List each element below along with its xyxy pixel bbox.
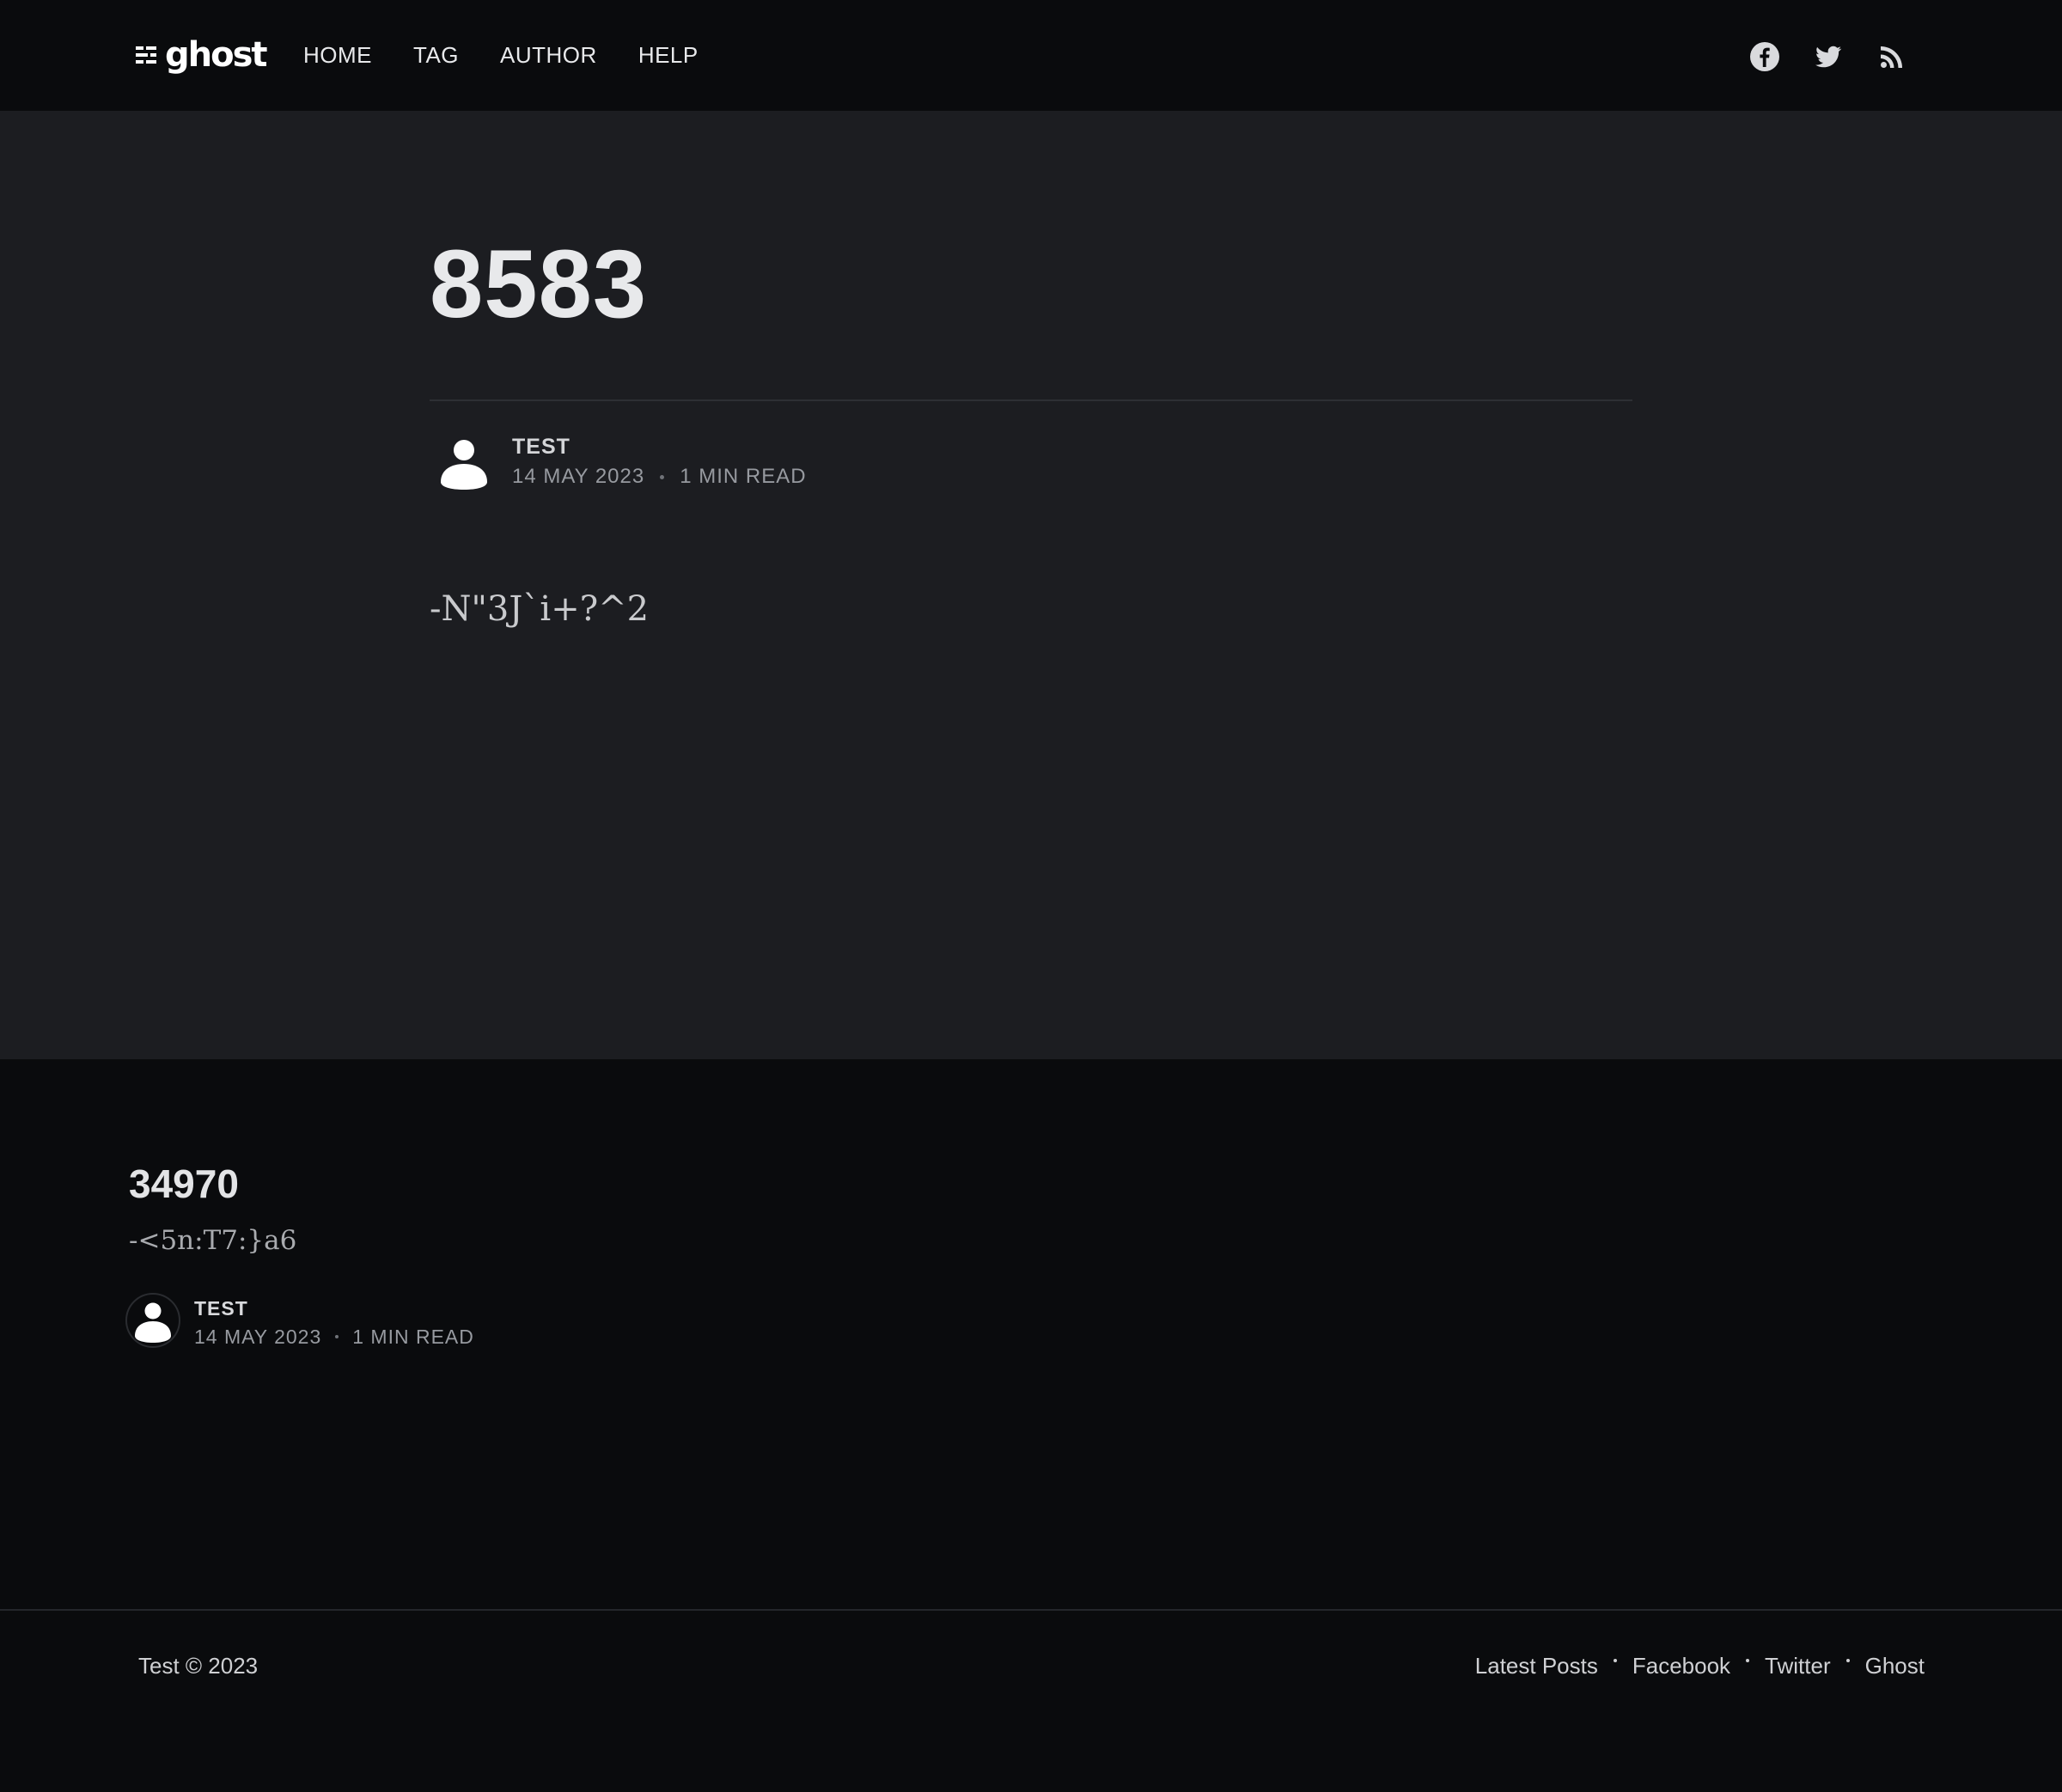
related-post-byline: TEST 14 MAY 2023 1 MIN READ [125, 1293, 474, 1353]
footer-separator [1845, 1659, 1850, 1662]
ghost-logo-link[interactable]: ghost [136, 31, 268, 79]
facebook-icon [1750, 42, 1779, 71]
related-reading-time: 1 MIN READ [352, 1326, 474, 1348]
footer-link-twitter[interactable]: Twitter [1765, 1649, 1831, 1683]
site-footer: Test © 2023 Latest Posts Facebook Twitte… [0, 1609, 2062, 1792]
main-nav: HOME TAG AUTHOR HELP [303, 38, 740, 72]
footer-link-ghost[interactable]: Ghost [1865, 1649, 1925, 1683]
related-author-avatar-icon [125, 1293, 180, 1348]
nav-item-tag[interactable]: TAG [413, 38, 459, 72]
twitter-link[interactable] [1813, 41, 1844, 72]
meta-separator [335, 1335, 339, 1338]
post-date: 14 MAY 2023 [512, 465, 645, 488]
footer-link-facebook[interactable]: Facebook [1632, 1649, 1730, 1683]
related-author-avatar-link[interactable] [125, 1293, 180, 1348]
nav-item-author[interactable]: AUTHOR [500, 38, 597, 72]
rss-icon [1881, 46, 1902, 68]
byline-meta: TEST 14 MAY 2023 1 MIN READ [512, 429, 807, 492]
post-byline: TEST 14 MAY 2023 1 MIN READ [430, 429, 807, 515]
nav-item-home[interactable]: HOME [303, 38, 372, 72]
author-name: TEST [512, 435, 570, 459]
copyright: Test © 2023 [138, 1653, 259, 1679]
post-meta: 14 MAY 2023 1 MIN READ [512, 461, 807, 492]
article-section: 8583 TEST 14 MAY 2023 1 MIN READ -N"3J`i… [0, 111, 2062, 1059]
rss-link[interactable] [1876, 41, 1907, 72]
footer-nav: Latest Posts Facebook Twitter Ghost [1475, 1649, 1925, 1683]
site-header: ghost HOME TAG AUTHOR HELP [0, 0, 2062, 111]
footer-separator [1746, 1659, 1750, 1662]
related-post-date: 14 MAY 2023 [194, 1326, 322, 1348]
logo-text: ghost [165, 35, 268, 75]
footer-separator [1613, 1659, 1617, 1662]
nav-item-help[interactable]: HELP [638, 38, 699, 72]
related-posts: 34970 -<5n:T7:}a6 TEST 14 MAY 2023 1 MIN… [0, 1059, 2062, 1609]
related-post-title: 34970 [129, 1161, 239, 1206]
post-title: 8583 [430, 230, 648, 338]
social-links [1749, 40, 1907, 74]
meta-separator [660, 474, 665, 479]
related-post-meta-block: TEST 14 MAY 2023 1 MIN READ [194, 1293, 474, 1351]
ghost-logo-icon [136, 46, 156, 64]
author-avatar-icon [441, 440, 487, 490]
related-post-excerpt: -<5n:T7:}a6 [129, 1225, 297, 1256]
post-content: -N"3J`i+?^2 [430, 589, 650, 629]
related-author-name-link[interactable]: TEST [194, 1295, 474, 1322]
footer-link-latest-posts[interactable]: Latest Posts [1475, 1649, 1598, 1683]
reading-time: 1 MIN READ [680, 465, 807, 488]
related-post-meta: 14 MAY 2023 1 MIN READ [194, 1322, 474, 1351]
post-divider [430, 399, 1632, 401]
twitter-icon [1815, 46, 1842, 68]
author-name-link[interactable]: TEST [512, 432, 807, 461]
facebook-link[interactable] [1749, 41, 1780, 72]
related-author-name: TEST [194, 1297, 248, 1320]
author-avatar-link[interactable] [430, 429, 498, 497]
